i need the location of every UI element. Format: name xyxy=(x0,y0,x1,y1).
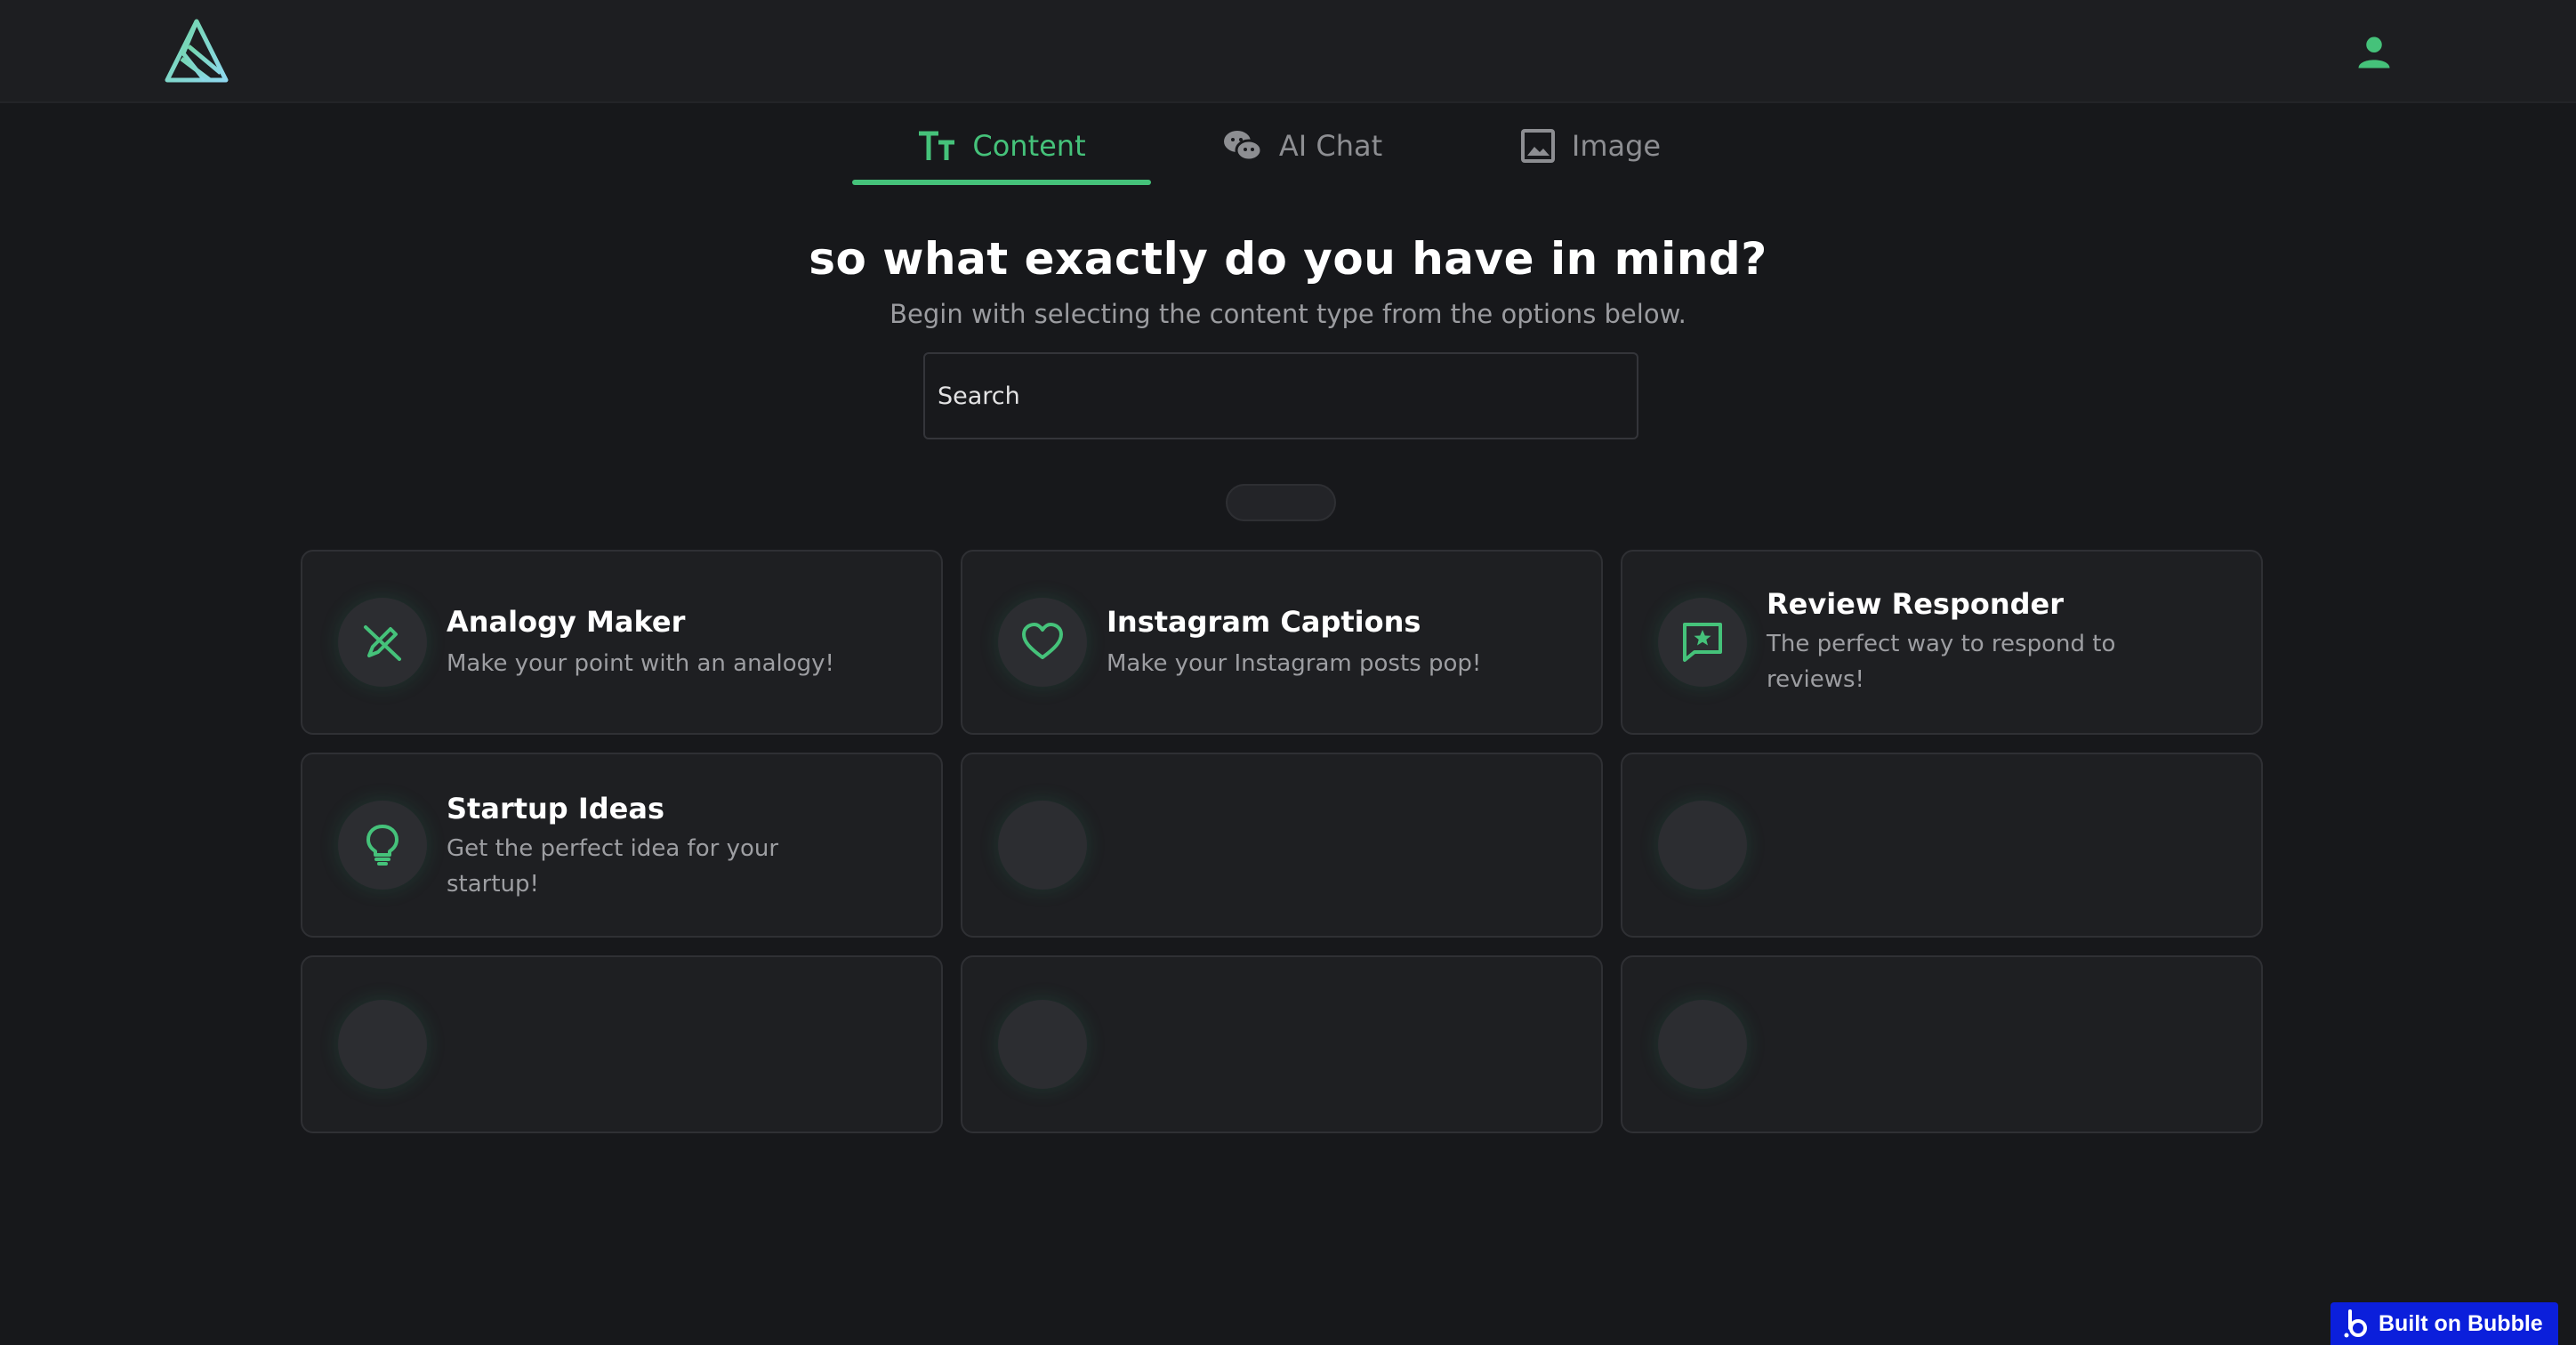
card-startup-ideas[interactable]: Startup Ideas Get the perfect idea for y… xyxy=(301,753,943,938)
card-title: Review Responder xyxy=(1767,587,2065,621)
card-description: Get the perfect idea for your startup! xyxy=(447,835,779,898)
pencil-slash-icon xyxy=(364,625,401,661)
card-icon-circle xyxy=(1658,598,1747,687)
built-on-bubble-label: Built on Bubble xyxy=(2379,1310,2543,1336)
page-subtitle: Begin with selecting the content type fr… xyxy=(890,299,1686,329)
top-bar xyxy=(0,0,2576,103)
search-input[interactable] xyxy=(923,352,1638,439)
card-description: Make your point with an analogy! xyxy=(447,650,834,677)
text-size-icon xyxy=(919,131,955,160)
tab-image-label: Image xyxy=(1571,129,1662,163)
card-placeholder[interactable] xyxy=(961,753,1603,938)
chat-bubbles-icon xyxy=(1223,131,1263,162)
tab-ai-chat[interactable]: AI Chat xyxy=(1192,103,1413,189)
card-icon-circle xyxy=(1658,1000,1747,1089)
card-icon-circle xyxy=(338,598,427,687)
card-placeholder[interactable] xyxy=(1621,753,2263,938)
active-tab-indicator xyxy=(852,180,1151,185)
image-icon xyxy=(1520,129,1555,163)
card-description: Make your Instagram posts pop! xyxy=(1107,650,1482,677)
category-filter-pill[interactable] xyxy=(1226,484,1336,521)
heart-icon xyxy=(1022,623,1063,659)
tab-content-label: Content xyxy=(972,129,1086,163)
card-icon-circle xyxy=(998,598,1087,687)
tab-ai-chat-label: AI Chat xyxy=(1278,129,1383,163)
card-placeholder[interactable] xyxy=(961,955,1603,1133)
card-placeholder[interactable] xyxy=(1621,955,2263,1133)
card-title: Analogy Maker xyxy=(447,605,686,639)
star-message-icon xyxy=(1683,623,1722,662)
card-icon-circle xyxy=(998,1000,1087,1089)
card-instagram-captions[interactable]: Instagram Captions Make your Instagram p… xyxy=(961,550,1603,735)
card-icon-circle xyxy=(1658,801,1747,890)
card-icon-circle xyxy=(338,1000,427,1089)
card-review-responder[interactable]: Review Responder The perfect way to resp… xyxy=(1621,550,2263,735)
built-on-bubble-badge[interactable]: Built on Bubble xyxy=(2330,1302,2558,1345)
card-icon-circle xyxy=(998,801,1087,890)
brand-logo-icon[interactable] xyxy=(164,18,229,85)
card-title: Startup Ideas xyxy=(447,792,664,826)
tab-content[interactable]: Content xyxy=(852,103,1151,189)
card-description: The perfect way to respond to reviews! xyxy=(1767,631,2116,693)
card-title: Instagram Captions xyxy=(1107,605,1421,639)
card-analogy-maker[interactable]: Analogy Maker Make your point with an an… xyxy=(301,550,943,735)
card-placeholder[interactable] xyxy=(301,955,943,1133)
lightbulb-icon xyxy=(366,825,398,866)
user-icon[interactable] xyxy=(2355,34,2393,71)
tab-bar: Content AI Chat Image xyxy=(0,103,2576,189)
tab-image[interactable]: Image xyxy=(1480,103,1701,189)
bubble-logo-icon xyxy=(2344,1309,2367,1338)
card-icon-circle xyxy=(338,801,427,890)
page-title: so what exactly do you have in mind? xyxy=(809,233,1767,285)
